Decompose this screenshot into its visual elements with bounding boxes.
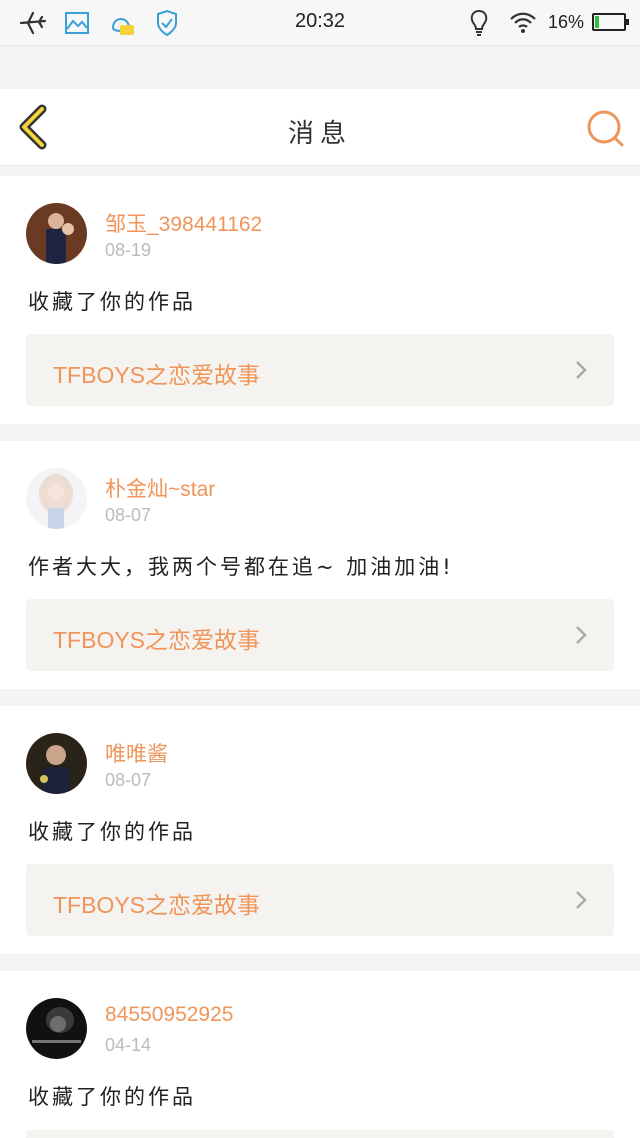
message-date: 08-07 bbox=[105, 505, 152, 525]
message-date: 08-07 bbox=[105, 770, 152, 790]
work-link[interactable]: TFBOYS之恋爱故事 bbox=[26, 599, 614, 671]
username[interactable]: 唯唯酱 bbox=[105, 738, 168, 768]
username[interactable]: 朴金灿~star bbox=[105, 473, 215, 503]
work-title: TFBOYS之恋爱故事 bbox=[53, 627, 261, 653]
status-bar: 20:32 16% bbox=[0, 0, 640, 46]
work-link[interactable]: TFBOYS之恋爱故事 bbox=[26, 334, 614, 406]
username[interactable]: 84550952925 bbox=[105, 1003, 233, 1027]
message-card: 唯唯酱 08-07 收藏了你的作品 TFBOYS之恋爱故事 bbox=[0, 706, 640, 954]
search-icon[interactable] bbox=[584, 107, 626, 149]
avatar[interactable] bbox=[26, 203, 87, 264]
avatar[interactable] bbox=[26, 733, 87, 794]
battery-percent: 16% bbox=[547, 12, 584, 32]
avatar[interactable] bbox=[26, 468, 87, 529]
message-text: 收藏了你的作品 bbox=[28, 820, 196, 844]
chevron-right-icon bbox=[576, 361, 587, 379]
header-bar: 消息 bbox=[0, 89, 640, 166]
message-card: 邹玉_398441162 08-19 收藏了你的作品 TFBOYS之恋爱故事 bbox=[0, 176, 640, 424]
clock: 20:32 bbox=[294, 10, 346, 32]
message-date: 04-14 bbox=[105, 1035, 152, 1055]
work-link[interactable] bbox=[26, 1130, 614, 1138]
avatar[interactable] bbox=[26, 998, 87, 1059]
chevron-right-icon bbox=[576, 626, 587, 644]
username[interactable]: 邹玉_398441162 bbox=[105, 208, 262, 238]
page-title: 消息 bbox=[287, 119, 352, 149]
message-card: 朴金灿~star 08-07 作者大大，我两个号都在追~ 加油加油! TFBOY… bbox=[0, 441, 640, 689]
lightbulb-icon bbox=[470, 9, 488, 36]
battery-icon bbox=[592, 13, 629, 31]
message-date: 08-19 bbox=[105, 240, 152, 260]
work-title: TFBOYS之恋爱故事 bbox=[53, 892, 261, 918]
message-text: 收藏了你的作品 bbox=[28, 290, 196, 314]
wifi-icon bbox=[510, 12, 536, 33]
message-card: 84550952925 04-14 收藏了你的作品 bbox=[0, 971, 640, 1138]
work-link[interactable]: TFBOYS之恋爱故事 bbox=[26, 864, 614, 936]
chevron-right-icon bbox=[576, 891, 587, 909]
message-text: 收藏了你的作品 bbox=[28, 1085, 196, 1109]
work-title: TFBOYS之恋爱故事 bbox=[53, 362, 261, 388]
message-text: 作者大大，我两个号都在追~ 加油加油! bbox=[28, 555, 454, 579]
